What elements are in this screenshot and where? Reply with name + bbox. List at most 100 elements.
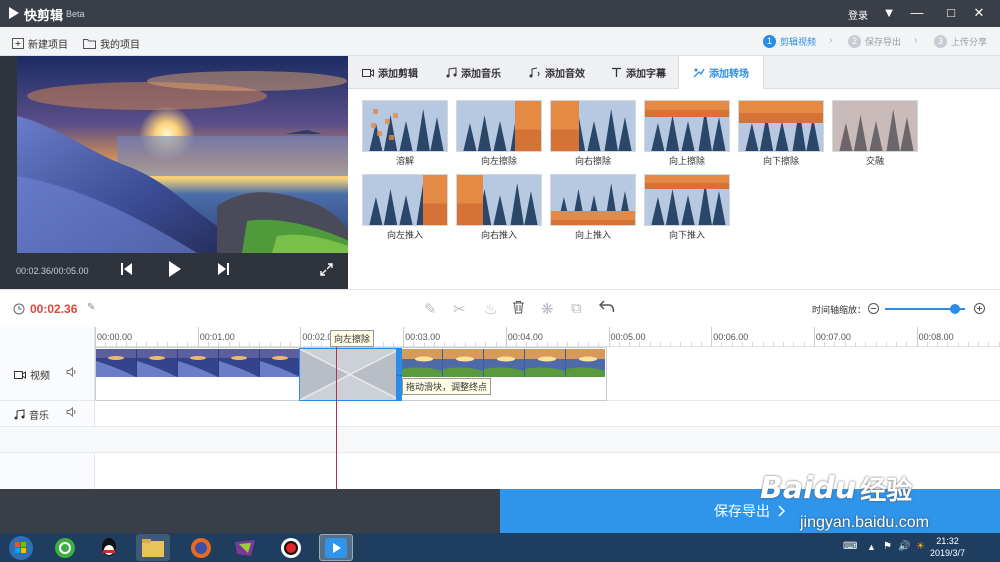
new-project-label: 新建项目	[28, 39, 68, 51]
taskbar-app-firefox[interactable]	[184, 534, 218, 561]
transition-dissolve[interactable]: 溶解	[362, 100, 448, 167]
ruler-minor-tick	[844, 342, 846, 347]
start-button[interactable]	[4, 534, 38, 561]
pencil-icon[interactable]: ✎	[424, 300, 437, 318]
playhead[interactable]	[336, 335, 337, 490]
ruler-tick	[95, 327, 96, 347]
ruler-minor-tick	[865, 342, 867, 347]
cut-icon[interactable]: ✂	[453, 300, 466, 318]
folder-app-icon	[142, 538, 164, 557]
current-time: 00:02.36	[30, 302, 78, 316]
undo-icon[interactable]	[598, 300, 615, 317]
flag-icon[interactable]: ⚑	[883, 541, 892, 552]
ruler-label: 00:01.00	[199, 332, 235, 342]
video-clip-2[interactable]	[402, 349, 605, 377]
close-icon[interactable]: ✕	[968, 4, 990, 22]
tab-label: 添加音效	[545, 69, 585, 80]
clock-date: 2019/3/7	[930, 548, 966, 558]
transition-label: 向上擦除	[668, 156, 705, 166]
media-app-icon	[235, 539, 255, 556]
windows-taskbar: ⌨ ▲ ⚑ 🔊 ☀	[0, 533, 1000, 562]
login-link[interactable]: 登录	[848, 7, 868, 22]
ruler-minor-tick	[618, 342, 620, 347]
taskbar-app-qq[interactable]	[92, 534, 126, 561]
taskbar-app-explorer[interactable]	[136, 534, 170, 561]
new-project-button[interactable]: 新建项目	[12, 36, 68, 51]
beta-label: Beta	[66, 9, 85, 19]
ruler-label: 00:03.00	[405, 332, 441, 342]
ruler-tick	[711, 327, 713, 347]
transition-wipe-up[interactable]: 向上擦除	[644, 100, 730, 167]
ruler-minor-tick	[937, 342, 939, 347]
previous-frame-icon[interactable]	[121, 262, 133, 281]
keyboard-icon[interactable]: ⌨	[843, 541, 857, 552]
speaker-icon[interactable]: 🔊	[898, 541, 910, 552]
transition-thumbnail	[832, 100, 918, 152]
my-projects-button[interactable]: 我的项目	[83, 36, 140, 51]
transition-push-left[interactable]: 向左推入	[362, 174, 448, 241]
ruler-minor-tick	[629, 342, 631, 347]
step-label: 上传分享	[951, 37, 988, 47]
zoom-out-icon[interactable]	[868, 303, 879, 314]
taskbar-app-media[interactable]	[228, 534, 262, 561]
ruler-label: 00:08.00	[918, 332, 954, 342]
ruler-minor-tick	[896, 342, 898, 347]
ruler-minor-tick	[721, 342, 723, 347]
copy-icon[interactable]: ⧉	[571, 300, 582, 317]
transition-push-up[interactable]: 向上推入	[550, 174, 636, 241]
ruler-tick	[403, 327, 405, 347]
zoom-in-icon[interactable]	[974, 303, 985, 314]
next-frame-icon[interactable]	[217, 262, 229, 281]
clip-1-frames	[96, 349, 299, 377]
zoom-slider-handle[interactable]	[950, 304, 961, 314]
bell-icon[interactable]: ♨	[484, 300, 497, 318]
transition-blend[interactable]: 交融	[832, 100, 918, 167]
crop-icon[interactable]: ❋	[541, 300, 554, 318]
app-360-icon	[55, 537, 75, 558]
ruler-minor-tick	[967, 342, 969, 347]
transition-clip[interactable]	[299, 348, 401, 401]
taskbar-app-360[interactable]	[48, 534, 82, 561]
step-label: 剪辑视频	[780, 37, 817, 47]
taskbar-app-recorder[interactable]	[274, 534, 308, 561]
transition-label: 向右擦除	[574, 156, 611, 166]
tab-text[interactable]: 添加字幕	[597, 56, 680, 89]
step-3[interactable]: 3 上传分享	[934, 35, 987, 48]
ruler-minor-tick	[906, 342, 908, 347]
record-icon	[281, 537, 301, 558]
video-clip-1[interactable]	[96, 349, 299, 377]
step-number: 1	[763, 35, 776, 48]
preview-timecode: 00:02.36/00:05.00	[16, 266, 89, 276]
taskbar-clock[interactable]: 21:32 2019/3/7	[930, 535, 965, 559]
tab-transition[interactable]: 添加转场	[678, 56, 764, 89]
transition-push-right[interactable]: 向右推入	[456, 174, 542, 241]
play-icon[interactable]	[168, 261, 182, 282]
handle-tooltip: 拖动滑块，调整终点	[402, 378, 492, 395]
tab-label: 添加剪辑	[378, 69, 418, 80]
tab-label: 添加字幕	[626, 69, 666, 80]
transition-wipe-left[interactable]: 向左擦除	[456, 100, 542, 167]
video-preview	[17, 56, 349, 253]
network-icon[interactable]: ☀	[916, 541, 925, 552]
delete-icon[interactable]	[512, 300, 525, 318]
tab-music[interactable]: 添加音乐	[432, 56, 515, 89]
step-1[interactable]: 1 剪辑视频	[763, 35, 816, 48]
maximize-icon[interactable]: □	[940, 4, 962, 22]
transition-wipe-down[interactable]: 向下擦除	[738, 100, 824, 167]
fullscreen-icon[interactable]	[320, 263, 333, 281]
transition-grid: 溶解 向左擦除 向右擦除 向上擦除 向下擦除 交融向左推入 向右推入 向上推入 向下推入	[348, 89, 1000, 289]
tab-sound-effect[interactable]: 添加音效	[514, 56, 599, 89]
minimize-icon[interactable]: —	[906, 4, 928, 22]
menu-dropdown-icon[interactable]: ▼	[878, 4, 900, 22]
tab-video[interactable]: 添加剪辑	[348, 56, 432, 89]
transition-wipe-right[interactable]: 向右擦除	[550, 100, 636, 167]
music-icon	[446, 67, 457, 78]
step-2[interactable]: 2 保存导出	[848, 35, 901, 48]
taskbar-app-kuaijianji[interactable]	[319, 534, 353, 561]
tray-arrow-icon[interactable]: ▲	[867, 542, 876, 552]
edit-time-icon[interactable]: ✎	[87, 302, 95, 313]
transition-marker-icon	[299, 348, 401, 401]
ruler-label: 00:05.00	[610, 332, 646, 342]
music-track-row	[0, 401, 1000, 427]
transition-push-down[interactable]: 向下推入	[644, 174, 730, 241]
